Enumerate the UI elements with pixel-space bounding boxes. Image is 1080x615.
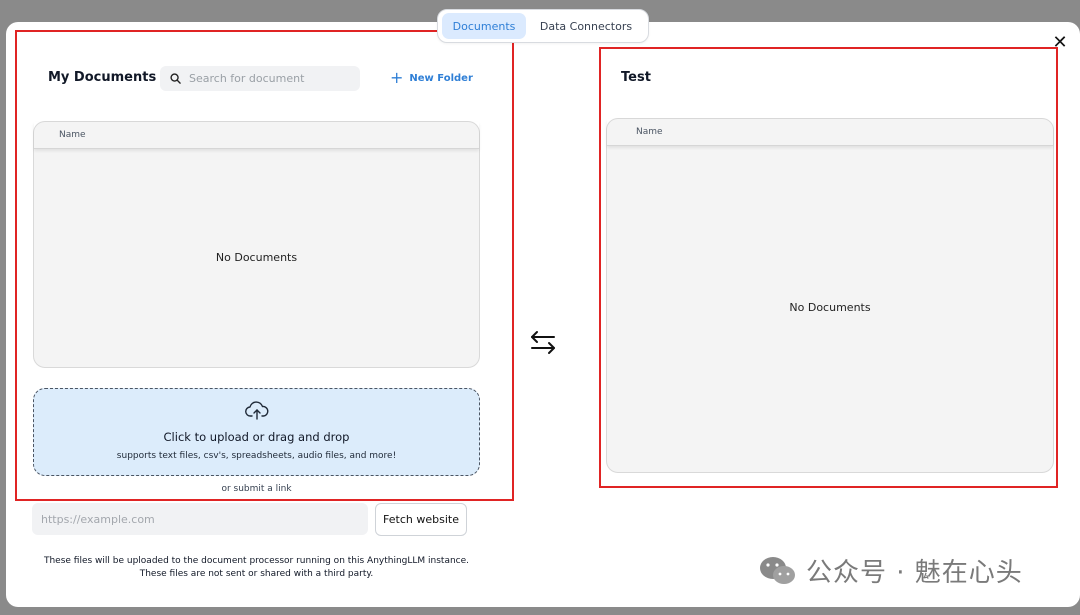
tab-documents[interactable]: Documents xyxy=(442,13,526,39)
upload-title: Click to upload or drag and drop xyxy=(163,430,350,444)
cloud-upload-icon xyxy=(245,401,269,420)
my-documents-table: Name No Documents xyxy=(33,121,480,368)
note-line-1: These files will be uploaded to the docu… xyxy=(43,556,470,566)
upload-subtitle: supports text files, csv's, spreadsheets… xyxy=(116,451,397,461)
swap-arrows-icon xyxy=(531,331,555,354)
workspace-documents-table: Name No Documents xyxy=(606,118,1054,473)
watermark: 公众号 · 魅在心头 xyxy=(758,552,1023,589)
note-line-2: These files are not sent or shared with … xyxy=(139,569,374,579)
new-folder-label: New Folder xyxy=(409,72,473,84)
workspace-title: Test xyxy=(621,70,651,85)
close-icon[interactable]: ✕ xyxy=(1052,34,1068,52)
plus-icon: + xyxy=(390,68,404,87)
submit-link-label: or submit a link xyxy=(221,484,292,494)
empty-state-text: No Documents xyxy=(789,301,871,314)
document-search[interactable] xyxy=(160,66,360,91)
table-header-name: Name xyxy=(607,119,1053,146)
search-input[interactable] xyxy=(189,72,349,85)
fetch-website-button[interactable]: Fetch website xyxy=(375,503,467,536)
search-icon xyxy=(170,73,181,84)
my-documents-title: My Documents xyxy=(48,70,157,85)
table-header-name: Name xyxy=(34,122,479,149)
empty-state-text: No Documents xyxy=(215,251,298,264)
new-folder-button[interactable]: + New Folder xyxy=(390,70,473,86)
url-input[interactable] xyxy=(32,503,368,535)
watermark-text: 公众号 · 魅在心头 xyxy=(806,558,1023,588)
tab-data-connectors[interactable]: Data Connectors xyxy=(532,13,640,39)
wechat-icon xyxy=(760,556,795,584)
upload-dropzone[interactable]: Click to upload or drag and drop support… xyxy=(33,388,480,476)
tab-bar: Documents Data Connectors xyxy=(437,9,649,43)
